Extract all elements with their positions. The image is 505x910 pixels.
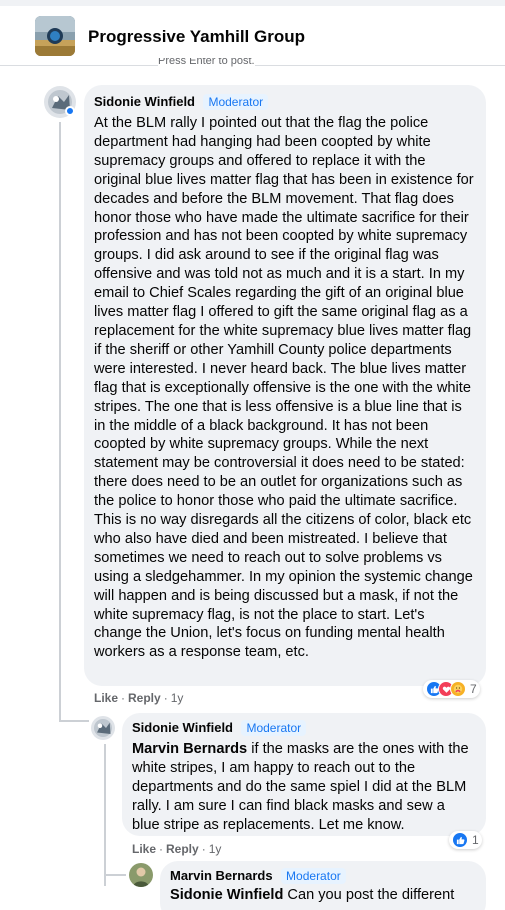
avatar[interactable] [129,863,153,887]
comment-age[interactable]: 1y [171,691,184,705]
comment-text: Marvin Bernards if the masks are the one… [132,740,474,835]
comment-actions: Like · Reply · 1y [132,842,222,856]
reaction-count: 1 [472,833,479,847]
composer-hint: Press Enter to post. [158,58,255,70]
comment-author[interactable]: Marvin Bernards [170,868,273,883]
comment-age[interactable]: 1y [209,842,222,856]
care-reaction-icon [450,681,466,697]
reply-button[interactable]: Reply [128,691,161,705]
reaction-summary[interactable]: 7 [423,680,480,698]
comment-bubble: Sidonie Winfield Moderator At the BLM ra… [84,85,486,686]
like-reaction-icon [452,832,468,848]
thread-connector [59,122,61,722]
mention-link[interactable]: Marvin Bernards [132,741,247,757]
moderator-tag: Moderator [203,94,269,110]
comment-bubble: Marvin Bernards Moderator Sidonie Winfie… [160,861,486,910]
group-header: Progressive Yamhill Group [0,0,505,66]
like-button[interactable]: Like [94,691,118,705]
comment-actions: Like · Reply · 1y [94,691,184,705]
like-button[interactable]: Like [132,842,156,856]
group-title[interactable]: Progressive Yamhill Group [88,27,305,47]
moderator-badge-icon [65,106,75,116]
group-logo-image [35,16,75,56]
avatar[interactable] [91,716,115,740]
comment-author[interactable]: Sidonie Winfield [132,720,233,735]
profile-photo-icon [129,863,153,887]
thread-connector [104,744,106,886]
comment-text: Sidonie Winfield Can you post the differ… [170,886,474,905]
thread-connector [104,874,126,876]
reaction-summary[interactable]: 1 [449,831,482,849]
comment-body: Can you post the different [283,887,455,903]
comment-text: At the BLM rally I pointed out that the … [94,115,474,661]
group-logo[interactable] [35,16,75,56]
comment-author[interactable]: Sidonie Winfield [94,94,195,109]
reaction-count: 7 [470,682,477,696]
moderator-tag: Moderator [281,868,346,884]
profile-photo-icon [91,716,115,740]
mention-link[interactable]: Sidonie Winfield [170,887,283,903]
reply-button[interactable]: Reply [166,842,199,856]
comment-bubble: Sidonie Winfield Moderator Marvin Bernar… [122,713,486,836]
moderator-tag: Moderator [241,720,307,736]
top-edge [0,0,505,6]
thread-connector [59,720,89,722]
